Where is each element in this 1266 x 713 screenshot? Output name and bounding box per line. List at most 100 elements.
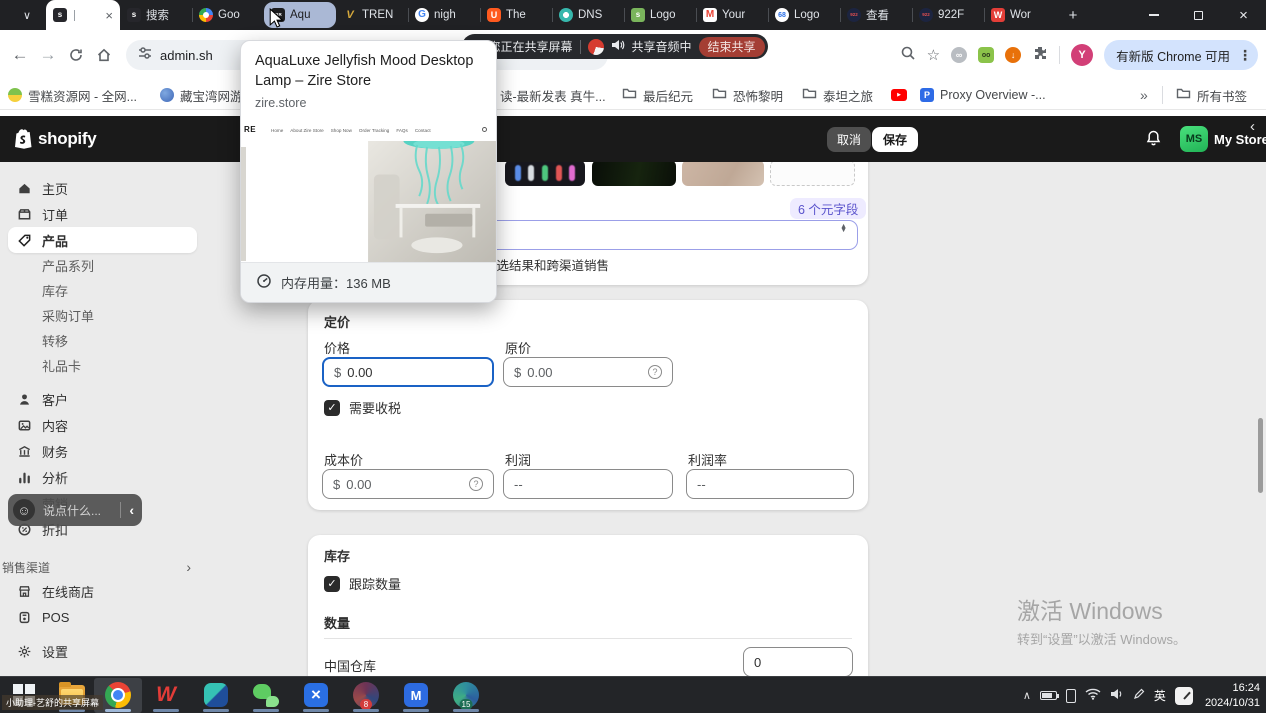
sidebar-item-settings[interactable]: 设置 <box>8 638 197 664</box>
tab-trends[interactable]: TREN <box>336 0 408 30</box>
profit-input[interactable]: -- <box>503 469 673 499</box>
tab-google[interactable]: Goo <box>192 0 264 30</box>
cancel-button[interactable]: 取消 <box>827 127 871 152</box>
back-icon[interactable] <box>6 41 34 69</box>
checkbox-checked-icon[interactable] <box>324 400 340 416</box>
bookmark-star-icon[interactable] <box>927 46 940 65</box>
extensions-puzzle-icon[interactable] <box>1032 45 1048 66</box>
bookmark-item[interactable]: 雪糕资源网 - 全网... <box>8 80 137 110</box>
sidebar-item-analytics[interactable]: 分析 <box>8 464 197 490</box>
add-media-slot[interactable] <box>770 162 855 186</box>
chrome-update-pill[interactable]: 有新版 Chrome 可用 <box>1104 40 1258 70</box>
sidebar-item-home[interactable]: 主页 <box>8 175 197 201</box>
scrollbar-thumb[interactable] <box>1258 418 1263 493</box>
tab-active-shopify[interactable] <box>46 0 120 30</box>
reload-icon[interactable] <box>62 41 90 69</box>
browser-profile-15-button[interactable]: 15 <box>452 681 480 709</box>
tax-checkbox-row[interactable]: 需要收税 <box>324 398 401 417</box>
help-icon[interactable] <box>648 365 662 379</box>
save-button[interactable]: 保存 <box>872 127 918 152</box>
tab-logo-shopify[interactable]: Logo <box>624 0 696 30</box>
tab-night[interactable]: nigh <box>408 0 480 30</box>
metafields-link[interactable]: 6 个元字段 <box>790 198 866 219</box>
help-icon[interactable] <box>469 477 483 491</box>
tab-search-shopify[interactable]: 搜索 <box>120 0 192 30</box>
bookmark-folder[interactable]: 恐怖黎明 <box>712 80 783 110</box>
input-language-indicator[interactable]: 英 <box>1154 687 1166 704</box>
sidebar-item-purchase-orders[interactable]: 采购订单 <box>8 303 197 328</box>
checkbox-checked-icon[interactable] <box>324 576 340 592</box>
all-bookmarks-folder[interactable]: 所有书签 <box>1176 80 1247 110</box>
tab-search-chevron-icon[interactable] <box>14 4 40 26</box>
sidebar-item-inventory[interactable]: 库存 <box>8 278 197 303</box>
chat-overlay-widget[interactable]: 说点什么... ‹ <box>8 494 142 526</box>
tab-the[interactable]: The <box>480 0 552 30</box>
product-image-thumbnail[interactable] <box>592 162 676 186</box>
taskbar-clock[interactable]: 16:24 2024/10/31 <box>1205 681 1260 711</box>
sales-channels-header[interactable]: 销售渠道 <box>0 556 205 578</box>
window-close-icon[interactable] <box>1221 0 1266 30</box>
home-icon[interactable] <box>90 41 118 69</box>
sidebar-item-pos[interactable]: POS <box>8 604 197 630</box>
chat-placeholder[interactable]: 说点什么... <box>43 502 101 519</box>
cost-input[interactable]: $ 0.00 <box>322 469 494 499</box>
bookmark-item[interactable]: 藏宝湾网游 <box>160 80 243 110</box>
compare-price-input[interactable]: $ 0.00 <box>503 357 673 387</box>
volume-icon[interactable] <box>1110 687 1124 705</box>
tab-word[interactable]: Wor <box>984 0 1056 30</box>
pen-icon[interactable] <box>1133 687 1145 705</box>
tab-gmail[interactable]: Your <box>696 0 768 30</box>
margin-input[interactable]: -- <box>686 469 854 499</box>
sidebar-item-transfers[interactable]: 转移 <box>8 328 197 353</box>
quantity-input[interactable]: 0 <box>743 647 853 676</box>
tab-logo-blue[interactable]: Logo <box>768 0 840 30</box>
price-input[interactable]: $ 0.00 <box>322 357 494 387</box>
sidebar-item-orders[interactable]: 订单 <box>8 201 197 227</box>
extension-glasses-icon[interactable] <box>978 47 994 63</box>
sidebar-item-customers[interactable]: 客户 <box>8 386 197 412</box>
tab-dns[interactable]: DNS <box>552 0 624 30</box>
extension-download-icon[interactable] <box>1005 47 1021 63</box>
sidebar-item-gift-cards[interactable]: 礼品卡 <box>8 353 197 378</box>
bookmark-item[interactable]: 读-最新发表 真牛... <box>500 80 606 110</box>
collapse-chevron-icon[interactable] <box>1250 118 1255 135</box>
tab-922-view[interactable]: 查看 <box>840 0 912 30</box>
maximize-icon[interactable] <box>1176 0 1221 30</box>
sidebar-item-content[interactable]: 内容 <box>8 412 197 438</box>
menu-kebab-icon[interactable] <box>1238 47 1252 64</box>
sidebar-item-collections[interactable]: 产品系列 <box>8 253 197 278</box>
profile-avatar[interactable]: Y <box>1071 44 1093 66</box>
minimize-icon[interactable] <box>1131 0 1176 30</box>
teal-app-button[interactable] <box>202 681 230 709</box>
forward-icon[interactable] <box>34 41 62 69</box>
extension-link-icon[interactable] <box>951 47 967 63</box>
notifications-bell-icon[interactable] <box>1145 129 1162 152</box>
shopify-logo[interactable]: shopify <box>14 128 96 149</box>
battery-icon[interactable] <box>1040 691 1057 700</box>
wps-button[interactable] <box>152 681 180 709</box>
wechat-button[interactable] <box>252 681 280 709</box>
site-settings-tune-icon[interactable] <box>138 46 152 65</box>
store-avatar[interactable]: MS <box>1180 126 1208 152</box>
stop-sharing-button[interactable]: 结束共享 <box>699 37 765 57</box>
chrome-button[interactable] <box>104 681 132 709</box>
browser-profile-8-button[interactable]: 8 <box>352 681 380 709</box>
blue-x-app-button[interactable] <box>302 681 330 709</box>
wifi-icon[interactable] <box>1085 687 1101 705</box>
device-icon[interactable] <box>1066 689 1076 703</box>
product-image-thumbnail[interactable] <box>682 162 764 186</box>
search-icon[interactable] <box>900 45 916 66</box>
new-tab-button[interactable]: + <box>1060 2 1086 28</box>
blue-m-app-button[interactable] <box>402 681 430 709</box>
tab-close-icon[interactable] <box>105 9 113 22</box>
tray-chevron-up-icon[interactable] <box>1023 689 1031 702</box>
collapse-chevron-icon[interactable]: ‹ <box>129 502 134 518</box>
bookmark-folder[interactable]: 最后纪元 <box>622 80 693 110</box>
gauge-tray-icon[interactable] <box>1175 687 1193 705</box>
tab-922[interactable]: 922F <box>912 0 984 30</box>
bookmark-item[interactable] <box>891 80 907 110</box>
sidebar-item-finance[interactable]: 财务 <box>8 438 197 464</box>
bookmark-item[interactable]: Proxy Overview -... <box>920 80 1046 110</box>
bookmarks-overflow-chevron[interactable]: » <box>1140 80 1148 110</box>
product-image-thumbnail[interactable] <box>505 162 585 186</box>
